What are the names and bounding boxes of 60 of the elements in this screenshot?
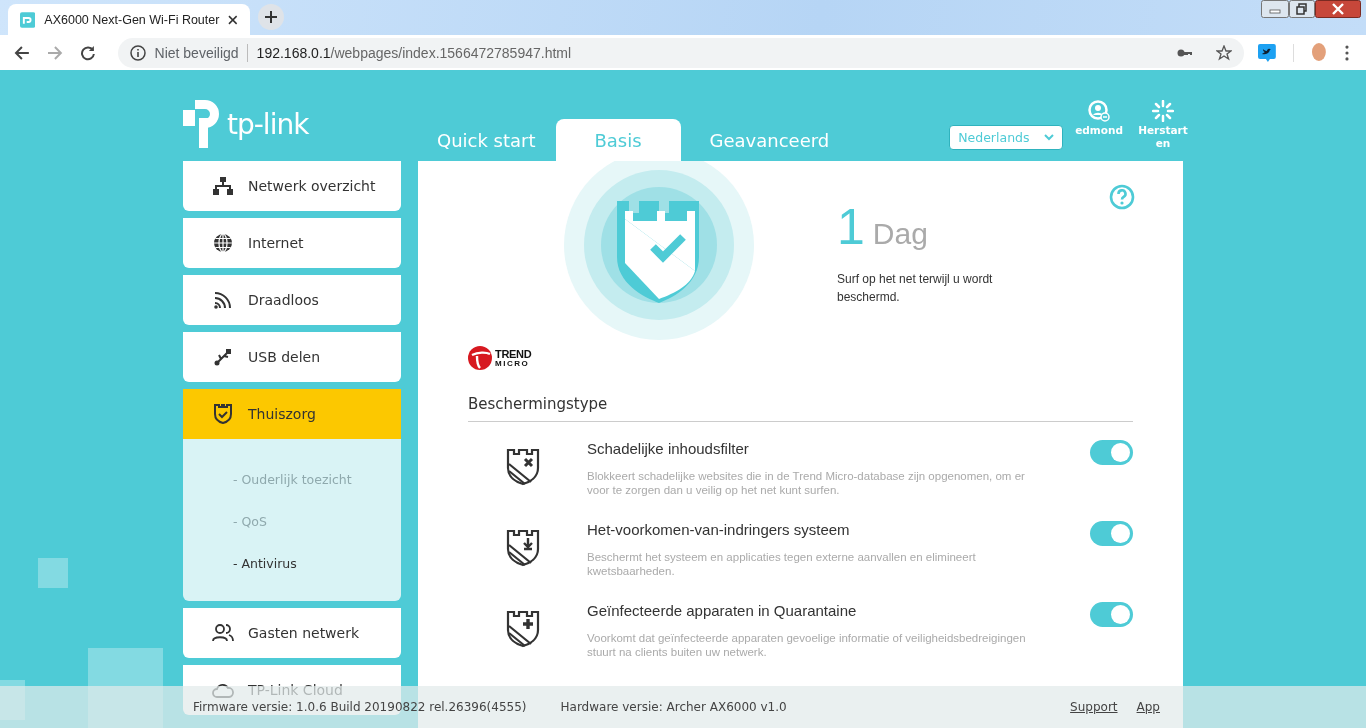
sidebar-item[interactable]: USB delen [183,332,401,382]
feature-title: Geïnfecteerde apparaten in Quarantaine [587,602,858,620]
brand-name: TREND [495,348,532,359]
hardware-version: Hardware versie: Archer AX6000 v1.0 [560,700,787,714]
feature-description: Voorkomt dat geïnfecteerde apparaten gevoelige informatie of veiligheidsbedreigingen stuurt na clients buiten uw netwerk. [587,631,1027,659]
restore-icon[interactable] [1289,0,1315,18]
protection-caption: Surf op het net terwijl u wordt beschermd. [837,271,994,306]
sidebar-item[interactable]: Internet [183,218,401,268]
info-icon[interactable] [129,44,146,61]
browser-tab[interactable]: AX6000 Next-Gen Wi-Fi Router [8,4,250,35]
sidebar-item[interactable]: Thuiszorg [183,389,401,439]
sidebar-item[interactable]: Draadloos [183,275,401,325]
submenu-item[interactable]: - Antivirus [233,543,401,585]
toggle-switch[interactable] [1090,602,1133,627]
sidebar-item[interactable]: Netwerk overzicht [183,161,401,211]
section-title: Beschermingstype [468,395,1133,422]
chevron-icon [1044,134,1055,141]
shield-icon [212,404,234,424]
new-tab-icon[interactable] [258,4,284,30]
wifi-icon [212,291,234,309]
shield-icon [506,529,540,567]
sidebar-item[interactable]: Gasten netwerk [183,608,401,658]
router-logo-icon [20,11,36,28]
logo-icon [183,100,221,148]
network-icon [212,177,234,195]
feature-description: Blokkeert schadelijke websites die in de Trend Micro-database zijn opgenomen, om er voor te zorgen dan u veilig op het net kunt surfen. [587,469,1026,497]
days-count: 1 [837,199,865,255]
close-icon[interactable] [228,14,238,25]
url-text: 192.168.0.1/webpages/index.1566472785947.html [256,44,572,61]
brand-logo-icon [468,346,492,370]
extension-icon[interactable] [1258,43,1277,62]
minimize-icon[interactable] [1261,0,1289,18]
shield-icon [506,448,540,486]
background-tile [38,558,68,588]
users-icon [212,624,234,642]
menu-icon[interactable] [1345,44,1349,61]
days-unit: Dag [872,217,928,250]
key-icon[interactable] [1177,47,1194,58]
back-icon[interactable] [14,44,30,61]
footer-link[interactable]: Support [1070,700,1118,714]
footer-link[interactable]: App [1136,700,1160,714]
firmware-version: Firmware versie: 1.0.6 Build 20190822 rel.26396(4555) [193,700,527,714]
globe-icon [212,233,234,253]
toggle-switch[interactable] [1090,521,1133,546]
feature-title: Schadelijke inhoudsfilter [587,440,750,458]
star-icon[interactable] [1216,44,1233,61]
usb-icon [212,348,234,366]
feature-description: Beschermt het systeem en applicaties tegen externe aanvallen en elimineert kwetsbaarheden. [587,550,977,578]
security-label: Niet beveiligd [154,43,248,62]
brand-subname: MICRO [495,358,531,368]
shield-icon [506,610,540,648]
user-icon [1088,100,1111,122]
address-bar[interactable]: Niet beveiligd 192.168.0.1/webpages/index.1566472785947.html [117,37,1245,68]
spinner-icon [1152,100,1174,122]
reload-icon[interactable] [79,44,96,61]
feature-title: Het-voorkomen-van-indringers systeem [587,521,851,539]
logo-text: tp-link [227,107,309,141]
tab-title: AX6000 Next-Gen Wi-Fi Router [44,12,220,27]
close-icon[interactable] [1315,0,1361,18]
toggle-switch[interactable] [1090,440,1133,465]
